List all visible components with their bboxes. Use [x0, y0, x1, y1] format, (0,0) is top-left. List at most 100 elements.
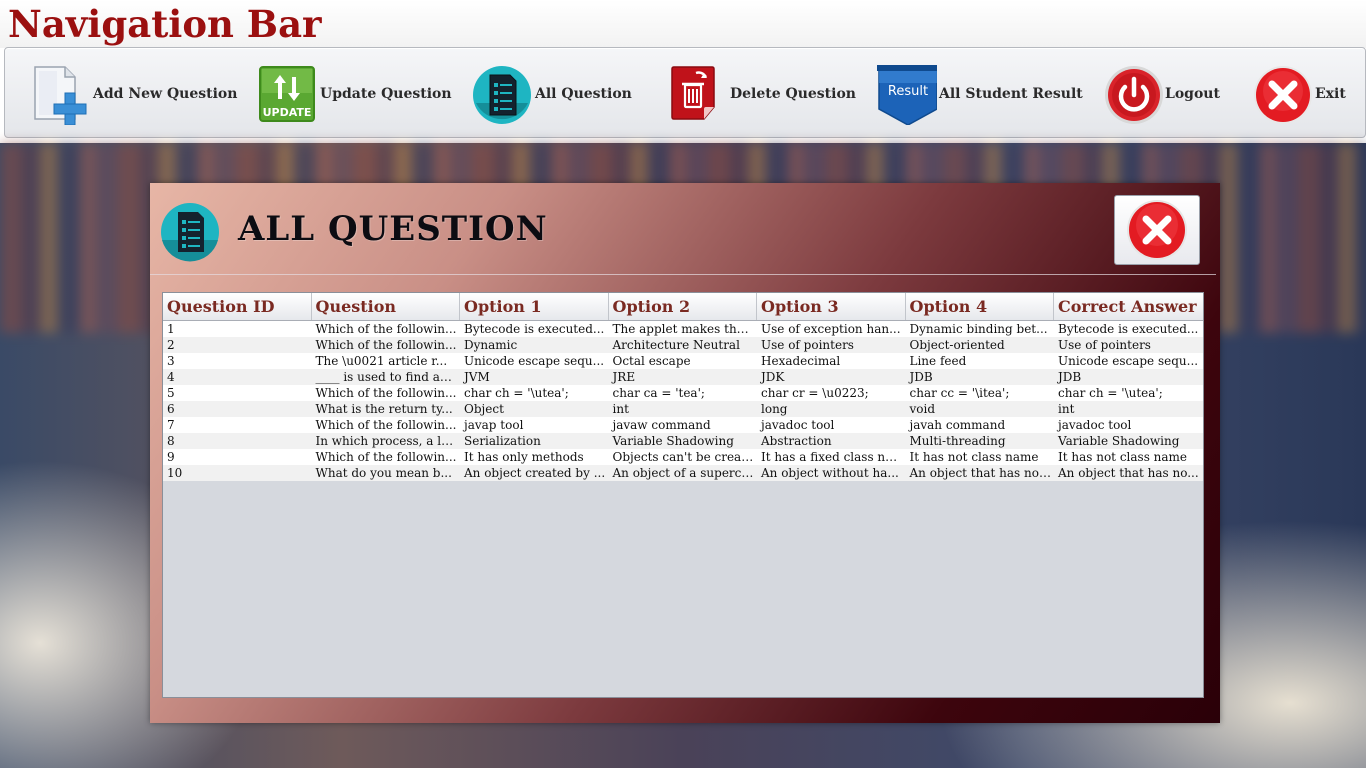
table-cell[interactable]: javaw command [609, 417, 758, 433]
table-cell[interactable]: javap tool [460, 417, 609, 433]
table-cell[interactable]: int [609, 401, 758, 417]
result-badge-icon: Result [877, 63, 939, 126]
table-cell[interactable]: Which of the followin... [312, 417, 461, 433]
table-cell[interactable]: Use of pointers [1054, 337, 1203, 353]
table-cell[interactable]: The \u0021 article r... [312, 353, 461, 369]
table-cell[interactable]: char ca = 'tea'; [609, 385, 758, 401]
table-cell[interactable]: Which of the followin... [312, 321, 461, 337]
table-cell[interactable]: JDB [1054, 369, 1203, 385]
table-cell[interactable]: Hexadecimal [757, 353, 906, 369]
table-cell[interactable]: Serialization [460, 433, 609, 449]
table-body: 1 Which of the followin... Bytecode is exe… [163, 321, 1203, 481]
table-cell[interactable]: Variable Shadowing [609, 433, 758, 449]
table-cell[interactable]: 10 [163, 465, 312, 481]
all-question-button[interactable]: All Question [473, 62, 632, 126]
add-new-question-button[interactable]: Add New Question [31, 62, 237, 126]
table-cell[interactable]: Abstraction [757, 433, 906, 449]
table-cell[interactable]: 8 [163, 433, 312, 449]
table-row[interactable]: 2 Which of the followin... Dynamic Architec… [163, 337, 1203, 353]
table-cell[interactable]: Bytecode is executed... [460, 321, 609, 337]
table-cell[interactable]: Unicode escape sequ... [460, 353, 609, 369]
table-cell[interactable]: Dynamic [460, 337, 609, 353]
table-cell[interactable]: JVM [460, 369, 609, 385]
column-header-option-2[interactable]: Option 2 [609, 293, 757, 320]
table-cell[interactable]: Object [460, 401, 609, 417]
table-cell[interactable]: An object that has no... [1054, 465, 1203, 481]
table-row[interactable]: 5 Which of the followin... char ch = '\ute… [163, 385, 1203, 401]
table-cell[interactable]: It has not class name [1054, 449, 1203, 465]
column-header-question-id[interactable]: Question ID [163, 293, 312, 320]
update-icon: UPDATE [258, 63, 318, 125]
table-row[interactable]: 7 Which of the followin... javap tool javaw… [163, 417, 1203, 433]
table-cell[interactable]: char cc = '\itea'; [906, 385, 1055, 401]
table-cell[interactable]: void [906, 401, 1055, 417]
table-row[interactable]: 4 ____ is used to find an... JVM JRE JDK JDB J… [163, 369, 1203, 385]
table-cell[interactable]: long [757, 401, 906, 417]
table-cell[interactable]: An object created by ... [460, 465, 609, 481]
table-cell[interactable]: Objects can't be creat... [609, 449, 758, 465]
table-cell[interactable]: Dynamic binding bet... [906, 321, 1055, 337]
table-cell[interactable]: Line feed [906, 353, 1055, 369]
table-cell[interactable]: javadoc tool [757, 417, 906, 433]
table-cell[interactable]: javah command [906, 417, 1055, 433]
column-header-correct-answer[interactable]: Correct Answer [1054, 293, 1203, 320]
column-header-question[interactable]: Question [312, 293, 460, 320]
table-cell[interactable]: 2 [163, 337, 312, 353]
column-header-option-4[interactable]: Option 4 [906, 293, 1054, 320]
questions-table[interactable]: Question ID Question Option 1 Option 2 O… [162, 292, 1204, 698]
table-cell[interactable]: The applet makes the... [609, 321, 758, 337]
table-cell[interactable]: Bytecode is executed... [1054, 321, 1203, 337]
table-cell[interactable]: Use of exception han... [757, 321, 906, 337]
table-cell[interactable]: What is the return ty... [312, 401, 461, 417]
table-cell[interactable]: What do you mean b... [312, 465, 461, 481]
table-cell[interactable]: An object without ha... [757, 465, 906, 481]
table-cell[interactable]: Multi-threading [906, 433, 1055, 449]
table-cell[interactable]: 7 [163, 417, 312, 433]
table-cell[interactable]: char ch = '\utea'; [1054, 385, 1203, 401]
table-cell[interactable]: int [1054, 401, 1203, 417]
table-cell[interactable]: Which of the followin... [312, 337, 461, 353]
table-row[interactable]: 6 What is the return ty... Object int long vo… [163, 401, 1203, 417]
update-question-button[interactable]: UPDATE Update Question [258, 62, 452, 126]
exit-button[interactable]: Exit [1253, 62, 1346, 126]
table-row[interactable]: 10 What do you mean b... An object created… [163, 465, 1203, 481]
table-cell[interactable]: ____ is used to find an... [312, 369, 461, 385]
table-cell[interactable]: 5 [163, 385, 312, 401]
all-student-result-button[interactable]: Result All Student Result [877, 62, 1083, 126]
table-cell[interactable]: 3 [163, 353, 312, 369]
table-row[interactable]: 1 Which of the followin... Bytecode is exe… [163, 321, 1203, 337]
table-cell[interactable]: Architecture Neutral [609, 337, 758, 353]
table-row[interactable]: 9 Which of the followin... It has only met… [163, 449, 1203, 465]
table-cell[interactable]: 9 [163, 449, 312, 465]
column-header-option-3[interactable]: Option 3 [757, 293, 906, 320]
table-cell[interactable]: char cr = \u0223; [757, 385, 906, 401]
table-cell[interactable]: It has not class name [906, 449, 1055, 465]
delete-question-button[interactable]: Delete Question [668, 62, 856, 126]
table-row[interactable]: 3 The \u0021 article r... Unicode escape s… [163, 353, 1203, 369]
panel-close-button[interactable] [1114, 195, 1200, 265]
table-cell[interactable]: 1 [163, 321, 312, 337]
table-cell[interactable]: An object of a supercl... [609, 465, 758, 481]
table-cell[interactable]: 4 [163, 369, 312, 385]
table-cell[interactable]: It has a fixed class na... [757, 449, 906, 465]
table-cell[interactable]: Use of pointers [757, 337, 906, 353]
table-cell[interactable]: Octal escape [609, 353, 758, 369]
table-cell[interactable]: javadoc tool [1054, 417, 1203, 433]
table-row[interactable]: 8 In which process, a lo... Serialization V… [163, 433, 1203, 449]
table-cell[interactable]: Variable Shadowing [1054, 433, 1203, 449]
table-cell[interactable]: Which of the followin... [312, 385, 461, 401]
table-cell[interactable]: 6 [163, 401, 312, 417]
table-cell[interactable]: It has only methods [460, 449, 609, 465]
table-cell[interactable]: JRE [609, 369, 758, 385]
navigation-toolbar: Add New Question UPDATE Update Question [4, 47, 1366, 138]
table-cell[interactable]: char ch = '\utea'; [460, 385, 609, 401]
column-header-option-1[interactable]: Option 1 [460, 293, 609, 320]
table-cell[interactable]: Unicode escape sequ... [1054, 353, 1203, 369]
table-cell[interactable]: An object that has no ... [906, 465, 1055, 481]
table-cell[interactable]: In which process, a lo... [312, 433, 461, 449]
table-cell[interactable]: JDK [757, 369, 906, 385]
table-cell[interactable]: Object-oriented [906, 337, 1055, 353]
table-cell[interactable]: Which of the followin... [312, 449, 461, 465]
logout-button[interactable]: Logout [1103, 62, 1220, 126]
table-cell[interactable]: JDB [906, 369, 1055, 385]
